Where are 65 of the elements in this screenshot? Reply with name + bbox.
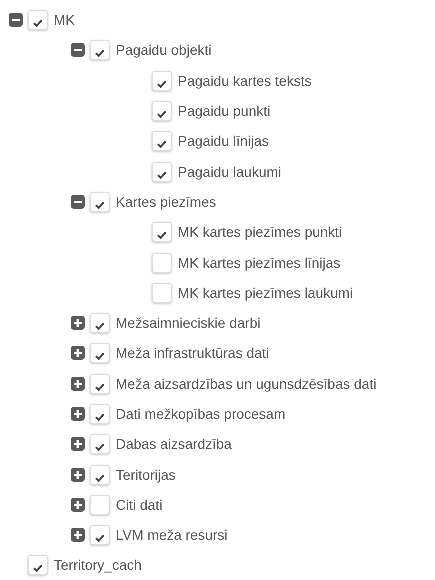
- checkbox[interactable]: [28, 10, 48, 30]
- check-icon: [95, 352, 105, 360]
- checkbox[interactable]: [152, 131, 172, 152]
- check-icon: [157, 170, 167, 179]
- check-icon: [157, 80, 167, 88]
- expand-icon[interactable]: [71, 437, 85, 452]
- collapse-icon[interactable]: [71, 194, 85, 209]
- check-icon: [157, 231, 167, 240]
- tree-item-label[interactable]: Kartes piezīmes: [116, 194, 216, 210]
- checkbox[interactable]: [28, 555, 48, 576]
- check-icon: [95, 413, 105, 421]
- check-icon: [95, 382, 105, 391]
- tree-item-label[interactable]: Citi dati: [116, 496, 163, 513]
- checkbox[interactable]: [90, 494, 110, 515]
- tree-item-label[interactable]: Teritorijas: [116, 466, 176, 483]
- tree-item-label[interactable]: Pagaidu punkti: [178, 103, 271, 120]
- checkbox[interactable]: [90, 404, 110, 424]
- expand-icon[interactable]: [71, 376, 85, 391]
- checkbox[interactable]: [90, 374, 110, 394]
- tree-item-label[interactable]: Pagaidu līnijas: [178, 133, 270, 150]
- check-icon: [95, 200, 105, 209]
- checkbox[interactable]: [90, 40, 110, 60]
- checkbox[interactable]: [90, 464, 110, 485]
- expand-icon[interactable]: [71, 346, 85, 360]
- checkbox[interactable]: [152, 101, 172, 122]
- tree-item-label[interactable]: MK: [54, 12, 75, 28]
- collapse-icon[interactable]: [71, 43, 85, 58]
- tree-item-label[interactable]: Pagaidu laukumi: [178, 164, 282, 180]
- checkbox[interactable]: [152, 70, 172, 91]
- tree-item-label[interactable]: Meža infrastruktūras dati: [116, 345, 270, 362]
- expand-icon[interactable]: [71, 316, 85, 330]
- check-icon: [157, 140, 167, 148]
- check-icon: [95, 322, 105, 330]
- tree-item-label[interactable]: MK kartes piezīmes punkti: [178, 224, 342, 240]
- tree-item-label[interactable]: Meža aizsardzības un ugunsdzēsības dati: [116, 376, 377, 392]
- check-icon: [157, 110, 167, 118]
- collapse-icon[interactable]: [9, 13, 23, 28]
- checkbox[interactable]: [90, 434, 110, 454]
- check-icon: [95, 49, 105, 58]
- checkbox[interactable]: [90, 313, 110, 334]
- tree-item-label[interactable]: LVM meža resursi: [116, 527, 228, 544]
- check-icon: [95, 474, 105, 482]
- checkbox[interactable]: [152, 222, 172, 242]
- expand-icon[interactable]: [71, 528, 85, 542]
- expand-icon[interactable]: [71, 468, 85, 482]
- checkbox[interactable]: [152, 282, 172, 303]
- check-icon: [33, 19, 43, 28]
- checkbox[interactable]: [152, 252, 172, 273]
- tree-item-label[interactable]: Dabas aizsardzība: [116, 436, 232, 452]
- tree-item-label[interactable]: Pagaidu kartes teksts: [178, 72, 312, 89]
- tree-item-label[interactable]: Mežsaimnieciskie darbi: [116, 315, 261, 332]
- tree-item-label[interactable]: MK kartes piezīmes laukumi: [178, 284, 354, 301]
- checkbox[interactable]: [90, 525, 110, 546]
- check-icon: [95, 443, 105, 452]
- checkbox[interactable]: [90, 192, 110, 212]
- check-icon: [33, 564, 43, 572]
- checkbox[interactable]: [152, 162, 172, 182]
- tree-item-label[interactable]: MK kartes piezīmes līnijas: [178, 254, 341, 271]
- tree-item-label[interactable]: Dati mežkopības procesam: [116, 406, 286, 422]
- checkbox[interactable]: [90, 343, 110, 364]
- check-icon: [95, 534, 105, 542]
- expand-icon[interactable]: [71, 407, 85, 421]
- tree-item-label[interactable]: Pagaidu objekti: [116, 42, 212, 58]
- expand-icon[interactable]: [71, 498, 85, 512]
- tree-item-label[interactable]: Territory_cach: [54, 557, 142, 574]
